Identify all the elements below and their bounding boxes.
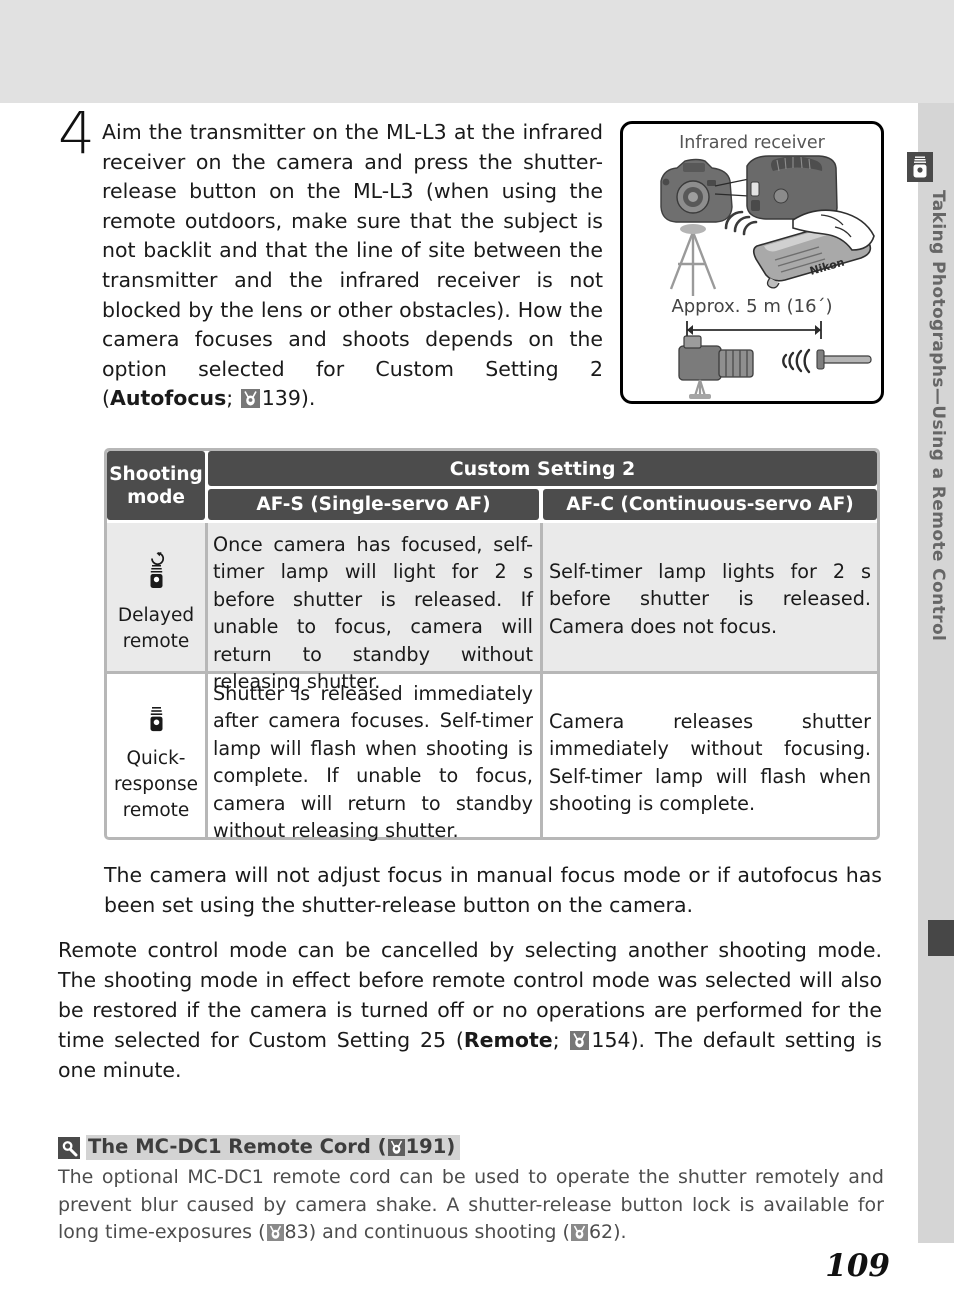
- table-col-divider-2: [540, 523, 543, 837]
- quick-response-remote-icon: [108, 705, 204, 743]
- bottom-ir-waves-icon: [782, 348, 811, 374]
- remote-usage-illustration: Infrared receiver Approx. 5 m (16´) Niko…: [620, 121, 884, 404]
- page-reference-icon: [240, 389, 260, 409]
- camera-body-icon: [660, 158, 733, 223]
- paragraph-remote-mid: ;: [552, 1028, 570, 1052]
- table-row-1-mode-line2: remote: [122, 631, 190, 652]
- table-row-2-afc: Camera releases shutter immediately with…: [549, 710, 871, 816]
- tip-note: The MC-DC1 Remote Cord ( 191) The optiona…: [58, 1135, 884, 1247]
- ml-l3-remote-in-hand-icon: Nikon: [752, 209, 875, 289]
- step-page-ref: 139: [261, 386, 301, 411]
- tip-note-title: The MC-DC1 Remote Cord ( 191): [86, 1135, 461, 1160]
- table-row-1-mode: Delayed remote: [108, 552, 204, 655]
- step-block: 4 Aim the transmitter on the ML-L3 at th…: [58, 104, 603, 414]
- page-reference-icon: [266, 1223, 284, 1241]
- tip-note-header: The MC-DC1 Remote Cord ( 191): [58, 1135, 884, 1160]
- paragraph-remote-bold: Remote: [463, 1028, 553, 1052]
- tip-note-body-ref1: 83: [284, 1221, 309, 1243]
- step-number: 4: [58, 99, 95, 167]
- distance-arrow: [686, 321, 822, 339]
- table-header-af-c: AF-C (Continuous-servo AF): [543, 489, 877, 520]
- tip-note-body-part3: ).: [613, 1221, 627, 1243]
- chapter-title-vertical: Taking Photographs—Using a Remote Contro…: [928, 190, 948, 642]
- camera-on-tripod-icon: [669, 231, 717, 296]
- paragraph-remote-cancel: Remote control mode can be cancelled by …: [58, 935, 882, 1085]
- tip-note-body-part2: ) and continuous shooting (: [308, 1221, 570, 1243]
- table-row-2-mode-line2: response: [113, 774, 199, 795]
- tip-note-title-close: ): [446, 1135, 456, 1158]
- step-text-main: Aim the transmitter on the ML-L3 at the …: [102, 120, 603, 411]
- chapter-edge-tab: [928, 920, 954, 956]
- tip-note-title-text: The MC-DC1 Remote Cord (: [88, 1135, 387, 1158]
- header-shooting-mode-line2: mode: [127, 486, 185, 508]
- page-reference-icon: [387, 1138, 405, 1156]
- table-row-2-mode: Quick- response remote: [108, 705, 204, 824]
- step-text-semicolon: ;: [226, 386, 240, 411]
- camera-side-view-icon: [678, 335, 754, 399]
- tip-note-body: The optional MC-DC1 remote cord can be u…: [58, 1164, 884, 1247]
- top-margin-band: [0, 0, 954, 103]
- bottom-remote-icon: [816, 349, 872, 370]
- step-text-end: ).: [300, 386, 316, 411]
- table-row-2-mode-line3: remote: [122, 800, 190, 821]
- page-number: 109: [825, 1248, 890, 1284]
- table-row-1-afs: Once camera has focused, self-timer lamp…: [213, 533, 533, 694]
- paragraph-remote-ref: 154: [591, 1028, 631, 1052]
- table-header-custom-setting-2: Custom Setting 2: [208, 451, 877, 486]
- header-shooting-mode-line1: Shooting: [109, 463, 203, 485]
- step-bold-term: Autofocus: [110, 386, 227, 411]
- page-reference-icon: [570, 1223, 588, 1241]
- table-header-af-s: AF-S (Single-servo AF): [208, 489, 539, 520]
- delayed-remote-icon: [108, 552, 204, 600]
- tip-note-body-ref2: 62: [588, 1221, 614, 1243]
- table-header-shooting-mode: Shooting mode: [107, 451, 205, 520]
- table-row-1-afc: Self-timer lamp lights for 2 s before sh…: [549, 560, 871, 638]
- step-text: Aim the transmitter on the ML-L3 at the …: [102, 118, 603, 414]
- table-row-1-mode-line1: Delayed: [117, 605, 195, 626]
- remote-control-icon: [907, 152, 933, 182]
- tip-note-title-ref: 191: [405, 1135, 447, 1158]
- table-row-2-afs: Shutter is released immediately after ca…: [213, 682, 533, 843]
- table-col-divider-1: [205, 523, 208, 837]
- page-reference-icon: [570, 1031, 590, 1050]
- paragraph-manual-focus-note: The camera will not adjust focus in manu…: [104, 863, 882, 917]
- tip-magnifier-icon: [58, 1136, 80, 1159]
- table-row-2-mode-line1: Quick-: [126, 748, 186, 769]
